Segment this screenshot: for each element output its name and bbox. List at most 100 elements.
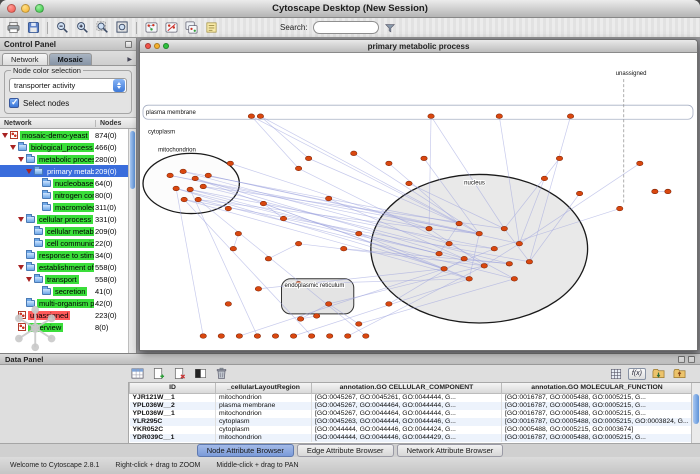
tree-item-cellular-process[interactable]: cellular process331(0) bbox=[0, 213, 128, 225]
table-cell[interactable]: YDR039C__1 bbox=[130, 434, 216, 442]
table-cell[interactable]: [GO:0016787, GO:0005488, GO:0005215, GO:… bbox=[502, 418, 693, 426]
graph-node[interactable] bbox=[167, 173, 173, 178]
graph-node[interactable] bbox=[481, 263, 487, 268]
graph-edge[interactable] bbox=[260, 116, 308, 158]
graph-node[interactable] bbox=[356, 231, 362, 236]
table-scrollbar-thumb[interactable] bbox=[693, 394, 699, 424]
graph-node[interactable] bbox=[617, 206, 623, 211]
graph-node[interactable] bbox=[446, 241, 452, 246]
select-nodes-checkbox[interactable] bbox=[9, 98, 19, 108]
graph-node[interactable] bbox=[200, 334, 206, 339]
tree-item-biological-process[interactable]: biological_process466(0) bbox=[0, 141, 128, 153]
graph-node[interactable] bbox=[363, 334, 369, 339]
table-scrollbar[interactable] bbox=[691, 383, 700, 443]
export-table-button[interactable] bbox=[670, 365, 688, 382]
graph-node[interactable] bbox=[652, 189, 658, 194]
graph-node[interactable] bbox=[225, 206, 231, 211]
zoom-window-button[interactable] bbox=[35, 4, 44, 13]
table-cell[interactable]: [GO:0005488, GO:0005215, GO:0003674] bbox=[502, 426, 693, 434]
float-panel-button[interactable] bbox=[125, 41, 132, 48]
table-cell[interactable]: YJR121W__1 bbox=[130, 393, 216, 402]
graph-node[interactable] bbox=[526, 259, 532, 264]
graph-node[interactable] bbox=[326, 334, 332, 339]
node-color-dropdown[interactable]: transporter activity bbox=[9, 78, 127, 93]
graph-node[interactable] bbox=[386, 161, 392, 166]
network-overlay-button[interactable] bbox=[182, 19, 200, 36]
graph-node[interactable] bbox=[456, 221, 462, 226]
graph-node[interactable] bbox=[501, 226, 507, 231]
table-row[interactable]: YPL036W__2plasma membrane[GO:0045267, GO… bbox=[130, 402, 693, 410]
tree-item-response-to-stimul[interactable]: response to stimul34(0) bbox=[0, 249, 128, 261]
expander-icon[interactable] bbox=[18, 265, 24, 270]
float-datapanel-button[interactable] bbox=[678, 356, 685, 363]
expander-icon[interactable] bbox=[18, 217, 24, 222]
save-session-button[interactable] bbox=[24, 19, 42, 36]
table-cell[interactable]: [GO:0045267, GO:0045261, GO:0044444, G..… bbox=[312, 393, 502, 402]
table-cell[interactable]: mitochondrion bbox=[216, 410, 312, 418]
graph-node[interactable] bbox=[665, 189, 671, 194]
graph-node[interactable] bbox=[218, 334, 224, 339]
network-canvas[interactable]: plasma membranecytoplasmmitochondrionnuc… bbox=[140, 53, 697, 351]
new-network-view-button[interactable] bbox=[142, 19, 160, 36]
graph-node[interactable] bbox=[345, 334, 351, 339]
zoom-out-button[interactable] bbox=[53, 19, 71, 36]
graph-node[interactable] bbox=[295, 166, 301, 171]
table-cell[interactable]: cytoplasm bbox=[216, 418, 312, 426]
graph-node[interactable] bbox=[541, 176, 547, 181]
table-cell[interactable]: mitochondrion bbox=[216, 434, 312, 442]
tab-node-attribute-browser[interactable]: Node Attribute Browser bbox=[197, 444, 294, 457]
graph-node[interactable] bbox=[386, 302, 392, 307]
table-cell[interactable]: YKR052C bbox=[130, 426, 216, 434]
annotation-button[interactable] bbox=[202, 19, 220, 36]
table-row[interactable]: YJR121W__1mitochondrion[GO:0045267, GO:0… bbox=[130, 393, 693, 402]
graph-node[interactable] bbox=[235, 231, 241, 236]
graph-node[interactable] bbox=[421, 156, 427, 161]
expander-icon[interactable] bbox=[18, 157, 24, 162]
graph-node[interactable] bbox=[248, 114, 254, 119]
graph-node[interactable] bbox=[406, 181, 412, 186]
tree-item-metabolic-process[interactable]: metabolic process280(0) bbox=[0, 153, 128, 165]
graph-node[interactable] bbox=[255, 287, 261, 292]
tree-header-nodes[interactable]: Nodes bbox=[95, 120, 136, 127]
tab-network[interactable]: Network bbox=[2, 53, 48, 65]
frame-close-button[interactable] bbox=[145, 43, 151, 49]
formula-builder-button[interactable]: f(x) bbox=[628, 368, 646, 380]
graph-node[interactable] bbox=[436, 251, 442, 256]
graph-node[interactable] bbox=[325, 196, 331, 201]
tree-item-mosaic-demo-yeast[interactable]: mosaic-demo-yeast874(0) bbox=[0, 129, 128, 141]
graph-node[interactable] bbox=[637, 161, 643, 166]
graph-node[interactable] bbox=[496, 114, 502, 119]
graph-node[interactable] bbox=[254, 334, 260, 339]
table-cell[interactable]: cytoplasm bbox=[216, 426, 312, 434]
minimize-window-button[interactable] bbox=[21, 4, 30, 13]
graph-node[interactable] bbox=[567, 114, 573, 119]
table-cell[interactable]: [GO:0016787, GO:0005488, GO:0005215, G..… bbox=[502, 410, 693, 418]
tree-item-establishment-of-lo[interactable]: establishment of lo558(0) bbox=[0, 261, 128, 273]
graph-node[interactable] bbox=[297, 317, 303, 322]
graph-node[interactable] bbox=[476, 231, 482, 236]
table-cell[interactable]: YPL036W__2 bbox=[130, 402, 216, 410]
tree-item-secretion[interactable]: secretion41(0) bbox=[0, 285, 128, 297]
tab-mosaic[interactable]: Mosaic bbox=[49, 53, 92, 65]
graph-node[interactable] bbox=[428, 114, 434, 119]
table-header-cell[interactable]: ID bbox=[130, 383, 216, 393]
tree-header-network[interactable]: Network bbox=[0, 120, 36, 127]
graph-node[interactable] bbox=[205, 173, 211, 178]
table-cell[interactable]: [GO:0016787, GO:0005488, GO:0005215, G..… bbox=[502, 402, 693, 410]
graph-node[interactable] bbox=[173, 186, 179, 191]
data-panel-header[interactable]: Data Panel bbox=[0, 354, 700, 365]
graph-node[interactable] bbox=[356, 322, 362, 327]
table-cell[interactable]: [GO:0016787, GO:0005488, GO:0005215, G..… bbox=[502, 434, 693, 442]
table-row[interactable]: YLR295Ccytoplasm[GO:0045263, GO:0044444,… bbox=[130, 418, 693, 426]
network-view-frame[interactable]: primary metabolic process plasma membran… bbox=[139, 39, 698, 351]
graph-node[interactable] bbox=[180, 169, 186, 174]
graph-node[interactable] bbox=[308, 334, 314, 339]
graph-node[interactable] bbox=[260, 201, 266, 206]
tree-scrollbar[interactable] bbox=[128, 129, 136, 353]
tab-network-attribute-browser[interactable]: Network Attribute Browser bbox=[397, 444, 504, 457]
search-options-button[interactable] bbox=[381, 19, 399, 36]
tree-item-cellular-metabo[interactable]: cellular metabo209(0) bbox=[0, 225, 128, 237]
graph-node[interactable] bbox=[441, 266, 447, 271]
import-table-button[interactable] bbox=[649, 365, 667, 382]
graph-node[interactable] bbox=[313, 314, 319, 319]
